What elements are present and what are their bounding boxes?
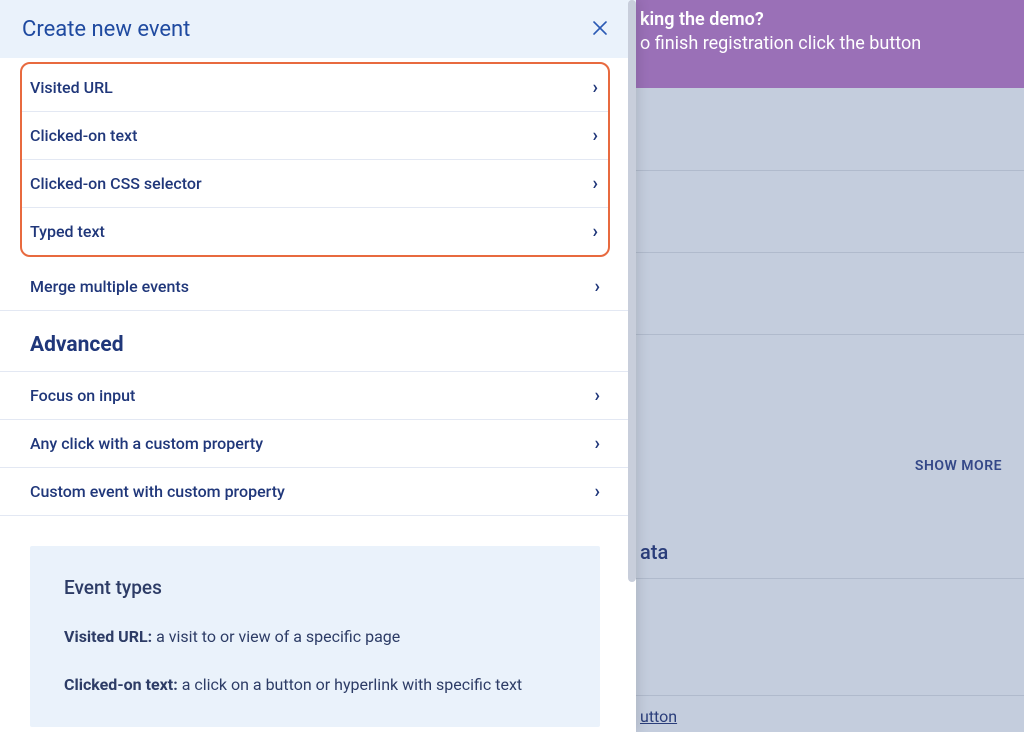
background-row-list bbox=[635, 88, 1024, 416]
advanced-section-heading: Advanced bbox=[0, 311, 630, 371]
list-item-label: Custom event with custom property bbox=[30, 482, 285, 501]
modal-header: Create new event bbox=[0, 0, 636, 58]
info-desc: a click on a button or hyperlink with sp… bbox=[182, 675, 522, 694]
info-desc: a visit to or view of a specific page bbox=[156, 627, 400, 646]
event-type-clicked-on-css-selector[interactable]: Clicked-on CSS selector › bbox=[22, 159, 608, 207]
chevron-right-icon: › bbox=[595, 387, 600, 405]
event-type-visited-url[interactable]: Visited URL › bbox=[22, 64, 608, 111]
basic-event-types-group: Visited URL › Clicked-on text › Clicked-… bbox=[20, 62, 610, 257]
modal-body: Visited URL › Clicked-on text › Clicked-… bbox=[0, 58, 636, 732]
event-type-clicked-on-text[interactable]: Clicked-on text › bbox=[22, 111, 608, 159]
divider bbox=[635, 578, 1024, 579]
list-item-label: Visited URL bbox=[30, 78, 113, 97]
info-term: Visited URL: bbox=[64, 627, 152, 646]
info-visited-url: Visited URL: a visit to or view of a spe… bbox=[64, 625, 566, 649]
modal-title: Create new event bbox=[22, 17, 190, 42]
advanced-event-types-list: Focus on input › Any click with a custom… bbox=[0, 371, 630, 516]
background-row[interactable] bbox=[635, 334, 1024, 416]
list-item-label: Clicked-on text bbox=[30, 126, 137, 145]
event-type-merge-multiple[interactable]: Merge multiple events › bbox=[0, 263, 630, 311]
chevron-right-icon: › bbox=[593, 127, 598, 145]
chevron-right-icon: › bbox=[595, 278, 600, 296]
info-card-heading: Event types bbox=[64, 576, 566, 599]
banner-line-1: king the demo? bbox=[640, 8, 1024, 32]
background-link[interactable]: utton bbox=[640, 707, 677, 726]
background-section-title: ata bbox=[640, 540, 668, 564]
event-types-info-card: Event types Visited URL: a visit to or v… bbox=[30, 546, 600, 727]
create-event-modal: Create new event Visited URL › Clicked-o… bbox=[0, 0, 636, 732]
merge-events-section: Merge multiple events › bbox=[0, 263, 630, 311]
background-row[interactable] bbox=[635, 252, 1024, 334]
info-clicked-on-text: Clicked-on text: a click on a button or … bbox=[64, 673, 566, 697]
event-type-typed-text[interactable]: Typed text › bbox=[22, 207, 608, 255]
background-row[interactable] bbox=[635, 695, 1024, 732]
info-term: Clicked-on text: bbox=[64, 675, 178, 694]
show-more-button[interactable]: SHOW MORE bbox=[915, 458, 1002, 474]
chevron-right-icon: › bbox=[593, 79, 598, 97]
banner-line-2: o finish registration click the button bbox=[640, 32, 1024, 56]
background-row[interactable] bbox=[635, 170, 1024, 252]
list-item-label: Merge multiple events bbox=[30, 277, 189, 296]
list-item-label: Focus on input bbox=[30, 386, 135, 405]
close-icon[interactable] bbox=[586, 13, 614, 45]
chevron-right-icon: › bbox=[593, 175, 598, 193]
list-item-label: Any click with a custom property bbox=[30, 434, 263, 453]
list-item-label: Clicked-on CSS selector bbox=[30, 174, 202, 193]
event-type-focus-on-input[interactable]: Focus on input › bbox=[0, 371, 630, 419]
event-type-custom-event-custom-property[interactable]: Custom event with custom property › bbox=[0, 467, 630, 516]
event-type-any-click-custom-property[interactable]: Any click with a custom property › bbox=[0, 419, 630, 467]
chevron-right-icon: › bbox=[595, 483, 600, 501]
background-row[interactable] bbox=[635, 88, 1024, 170]
scrollbar-thumb[interactable] bbox=[628, 0, 636, 582]
chevron-right-icon: › bbox=[593, 223, 598, 241]
list-item-label: Typed text bbox=[30, 222, 105, 241]
chevron-right-icon: › bbox=[595, 435, 600, 453]
